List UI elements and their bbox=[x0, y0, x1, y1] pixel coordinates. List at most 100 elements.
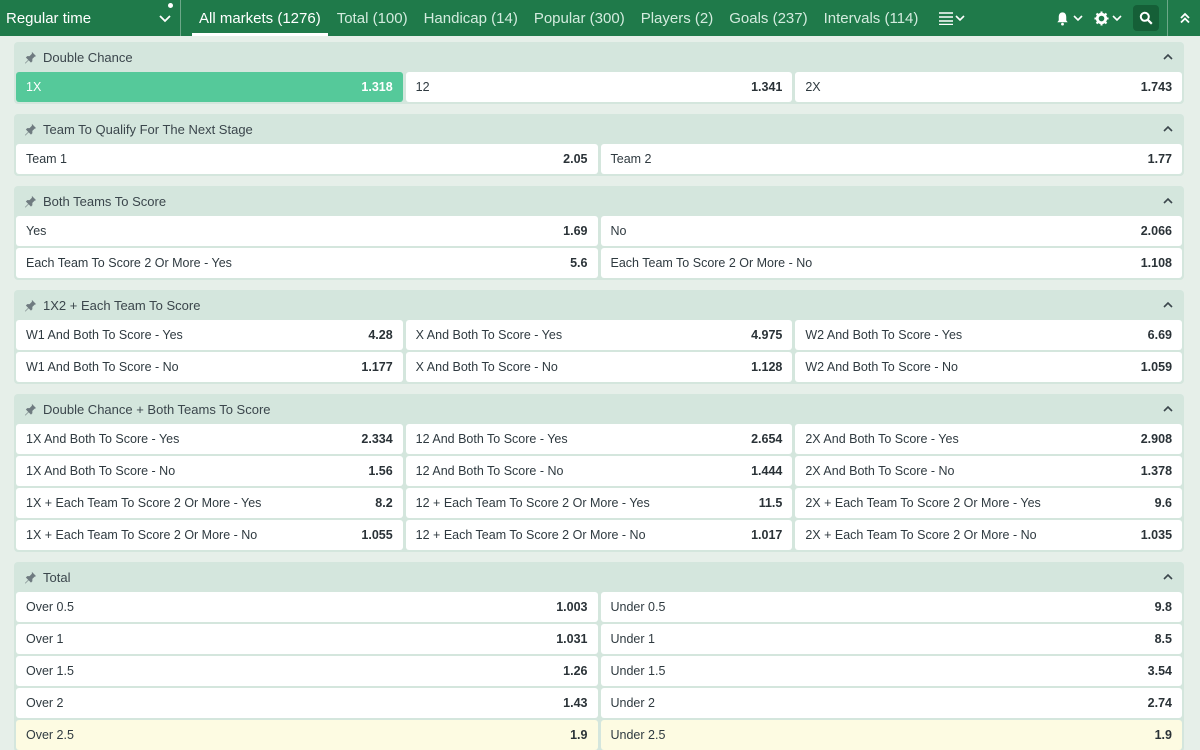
tab-players[interactable]: Players (2) bbox=[633, 0, 722, 36]
odds-button[interactable]: X And Both To Score - No 1.128 bbox=[405, 352, 793, 382]
odds-value: 5.6 bbox=[570, 256, 588, 270]
market-total: Total Over 0.5 1.003 Under 0.5 9.8 Over 1 1… bbox=[14, 562, 1184, 750]
odds-button[interactable]: W2 And Both To Score - Yes 6.69 bbox=[795, 320, 1183, 350]
odds-value: 1.035 bbox=[1140, 528, 1173, 542]
outcome-label: Each Team To Score 2 Or More - No bbox=[610, 256, 813, 270]
market-header[interactable]: Total bbox=[14, 562, 1184, 592]
odds-button[interactable]: 12 And Both To Score - No 1.444 bbox=[405, 456, 793, 486]
search-icon bbox=[1139, 11, 1153, 25]
outcome-label: Team 1 bbox=[26, 152, 67, 166]
tab-intervals[interactable]: Intervals (114) bbox=[816, 0, 927, 36]
market-header[interactable]: 1X2 + Each Team To Score bbox=[14, 290, 1184, 320]
settings-button[interactable] bbox=[1094, 10, 1123, 26]
outcome-label: 12 And Both To Score - Yes bbox=[415, 432, 568, 446]
search-button[interactable] bbox=[1133, 5, 1159, 31]
chevron-up-icon[interactable] bbox=[1162, 571, 1174, 583]
outcome-label: 2X bbox=[805, 80, 821, 94]
odds-button[interactable]: Over 0.5 1.003 bbox=[16, 592, 598, 622]
odds-button[interactable]: 1X + Each Team To Score 2 Or More - Yes 8… bbox=[16, 488, 403, 518]
odds-button[interactable]: 1X And Both To Score - No 1.56 bbox=[16, 456, 403, 486]
odds-button[interactable]: 2X And Both To Score - No 1.378 bbox=[795, 456, 1183, 486]
odds-button[interactable]: Under 1 8.5 bbox=[600, 624, 1182, 654]
odds-button[interactable]: 1X 1.318 bbox=[16, 72, 403, 102]
pin-icon[interactable] bbox=[24, 403, 37, 416]
outcome-label: 2X And Both To Score - Yes bbox=[805, 432, 959, 446]
odds-value: 1.9 bbox=[570, 728, 588, 742]
odds-button[interactable]: Over 2 1.43 bbox=[16, 688, 598, 718]
odds-button[interactable]: 12 + Each Team To Score 2 Or More - No 1.… bbox=[405, 520, 793, 550]
notifications-button[interactable] bbox=[1055, 11, 1084, 26]
odds-button[interactable]: W2 And Both To Score - No 1.059 bbox=[795, 352, 1183, 382]
odds-button[interactable]: X And Both To Score - Yes 4.975 bbox=[405, 320, 793, 350]
pin-icon[interactable] bbox=[24, 299, 37, 312]
chevron-down-icon bbox=[955, 15, 965, 22]
notification-dot bbox=[168, 3, 173, 8]
odds-button[interactable]: 2X 1.743 bbox=[795, 72, 1183, 102]
chevron-up-icon[interactable] bbox=[1162, 51, 1174, 63]
odds-button[interactable]: Under 1.5 3.54 bbox=[600, 656, 1182, 686]
outcome-label: Under 0.5 bbox=[610, 600, 666, 614]
odds-button[interactable]: Over 1.5 1.26 bbox=[16, 656, 598, 686]
chevron-up-icon[interactable] bbox=[1162, 195, 1174, 207]
market-header[interactable]: Double Chance bbox=[14, 42, 1184, 72]
odds-value: 1.128 bbox=[751, 360, 783, 374]
outcome-label: No bbox=[610, 224, 627, 238]
outcome-label: W1 And Both To Score - Yes bbox=[26, 328, 183, 342]
collapse-all-button[interactable] bbox=[1178, 11, 1192, 25]
odds-value: 11.5 bbox=[758, 496, 783, 510]
market-header[interactable]: Team To Qualify For The Next Stage bbox=[14, 114, 1184, 144]
odds-button[interactable]: 2X + Each Team To Score 2 Or More - Yes 9… bbox=[795, 488, 1183, 518]
odds-button[interactable]: Under 0.5 9.8 bbox=[600, 592, 1182, 622]
bell-icon bbox=[1057, 11, 1068, 26]
chevron-up-icon[interactable] bbox=[1162, 299, 1174, 311]
odds-value: 2.05 bbox=[563, 152, 588, 166]
odds-button[interactable]: 2X + Each Team To Score 2 Or More - No 1.… bbox=[795, 520, 1183, 550]
odds-button[interactable]: Yes 1.69 bbox=[16, 216, 598, 246]
tab-all-markets[interactable]: All markets (1276) bbox=[191, 0, 329, 36]
tab-popular[interactable]: Popular (300) bbox=[526, 0, 633, 36]
odds-value: 1.43 bbox=[563, 696, 588, 710]
odds-button[interactable]: 12 + Each Team To Score 2 Or More - Yes 1… bbox=[405, 488, 793, 518]
more-tabs-button[interactable] bbox=[938, 0, 966, 36]
period-selector[interactable]: Regular time bbox=[0, 0, 180, 36]
odds-button[interactable]: W1 And Both To Score - Yes 4.28 bbox=[16, 320, 403, 350]
pin-icon[interactable] bbox=[24, 195, 37, 208]
odds-button[interactable]: Team 2 1.77 bbox=[600, 144, 1182, 174]
odds-button[interactable]: 1X And Both To Score - Yes 2.334 bbox=[16, 424, 403, 454]
odds-button[interactable]: Each Team To Score 2 Or More - No 1.108 bbox=[600, 248, 1182, 278]
odds-button[interactable]: 2X And Both To Score - Yes 2.908 bbox=[795, 424, 1183, 454]
market-header[interactable]: Double Chance + Both Teams To Score bbox=[14, 394, 1184, 424]
odds-button[interactable]: Under 2.5 1.9 bbox=[600, 720, 1182, 750]
odds-value: 1.378 bbox=[1140, 464, 1173, 478]
odds-button[interactable]: 1X + Each Team To Score 2 Or More - No 1.… bbox=[16, 520, 403, 550]
odds-button[interactable]: Over 1 1.031 bbox=[16, 624, 598, 654]
tab-handicap[interactable]: Handicap (14) bbox=[416, 0, 526, 36]
odds-button[interactable]: Team 1 2.05 bbox=[16, 144, 598, 174]
pin-icon[interactable] bbox=[24, 571, 37, 584]
chevron-up-icon[interactable] bbox=[1162, 123, 1174, 135]
odds-button[interactable]: No 2.066 bbox=[600, 216, 1182, 246]
outcome-label: 1X And Both To Score - No bbox=[26, 464, 176, 478]
odds-button[interactable]: 12 1.341 bbox=[405, 72, 793, 102]
odds-value: 1.108 bbox=[1140, 256, 1172, 270]
chevron-down-icon bbox=[159, 15, 171, 23]
odds-button[interactable]: Under 2 2.74 bbox=[600, 688, 1182, 718]
odds-button[interactable]: 12 And Both To Score - Yes 2.654 bbox=[405, 424, 793, 454]
tab-goals[interactable]: Goals (237) bbox=[721, 0, 815, 36]
odds-button[interactable]: Each Team To Score 2 Or More - Yes 5.6 bbox=[16, 248, 598, 278]
chevron-up-icon[interactable] bbox=[1162, 403, 1174, 415]
outcome-label: W2 And Both To Score - Yes bbox=[805, 328, 963, 342]
outcome-label: W2 And Both To Score - No bbox=[805, 360, 958, 374]
pin-icon[interactable] bbox=[24, 51, 37, 64]
outcome-label: 1X bbox=[26, 80, 42, 94]
pin-icon[interactable] bbox=[24, 123, 37, 136]
odds-value: 3.54 bbox=[1147, 664, 1172, 678]
odds-button[interactable]: W1 And Both To Score - No 1.177 bbox=[16, 352, 403, 382]
odds-value: 8.2 bbox=[375, 496, 393, 510]
odds-value: 1.059 bbox=[1140, 360, 1173, 374]
odds-button[interactable]: Over 2.5 1.9 bbox=[16, 720, 598, 750]
market-title: Double Chance + Both Teams To Score bbox=[43, 401, 271, 417]
outcome-label: Yes bbox=[26, 224, 47, 238]
tab-total[interactable]: Total (100) bbox=[329, 0, 416, 36]
market-header[interactable]: Both Teams To Score bbox=[14, 186, 1184, 216]
